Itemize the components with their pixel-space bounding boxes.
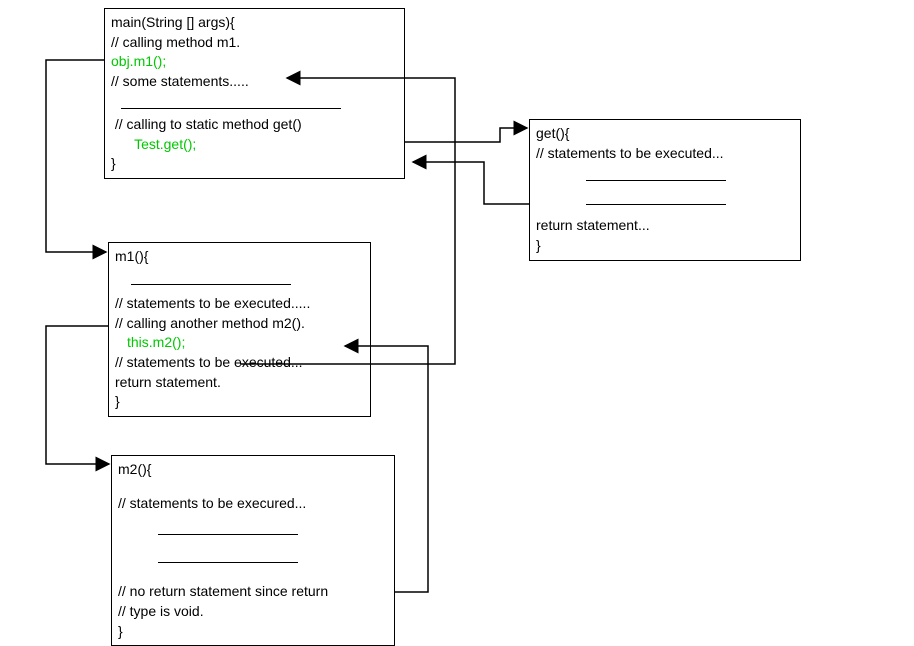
m2-comment-noreturn-2: // type is void. — [118, 602, 388, 622]
m1-statements-1: // statements to be executed..... — [115, 294, 364, 314]
m1-signature: m1(){ — [115, 247, 364, 267]
m2-comment-noreturn-1: // no return statement since return — [118, 582, 388, 602]
main-some-statements: // some statements..... — [111, 72, 398, 92]
m1-comment-call-m2: // calling another method m2(). — [115, 314, 364, 334]
m1-method-box: m1(){ // statements to be executed..... … — [108, 242, 371, 417]
m1-call-m2: this.m2(); — [115, 333, 364, 353]
get-return: return statement... — [536, 216, 794, 236]
m1-close-brace: } — [115, 392, 364, 412]
arrow-m1-to-m2 — [46, 326, 109, 464]
main-signature: main(String [] args){ — [111, 13, 398, 33]
m1-return: return statement. — [115, 373, 364, 393]
main-call-m1: obj.m1(); — [111, 52, 398, 72]
m2-signature: m2(){ — [118, 460, 388, 480]
main-method-box: main(String [] args){ // calling method … — [104, 8, 405, 179]
m2-close-brace: } — [118, 622, 388, 642]
main-call-get: Test.get(); — [111, 135, 398, 155]
m2-method-box: m2(){ // statements to be execured... //… — [111, 455, 395, 646]
get-statements: // statements to be executed... — [536, 144, 794, 164]
arrow-main-to-get — [405, 128, 527, 142]
arrow-main-to-m1 — [46, 60, 106, 252]
m2-statements: // statements to be execured... — [118, 494, 388, 514]
get-signature: get(){ — [536, 124, 794, 144]
get-close-brace: } — [536, 236, 794, 256]
m1-statements-2: // statements to be executed... — [115, 353, 364, 373]
main-comment-call-get: // calling to static method get() — [111, 115, 398, 135]
get-method-box: get(){ // statements to be executed... r… — [529, 119, 801, 261]
main-close-brace: } — [111, 154, 398, 174]
main-comment-call-m1: // calling method m1. — [111, 33, 398, 53]
arrow-get-return-to-main — [413, 162, 529, 204]
